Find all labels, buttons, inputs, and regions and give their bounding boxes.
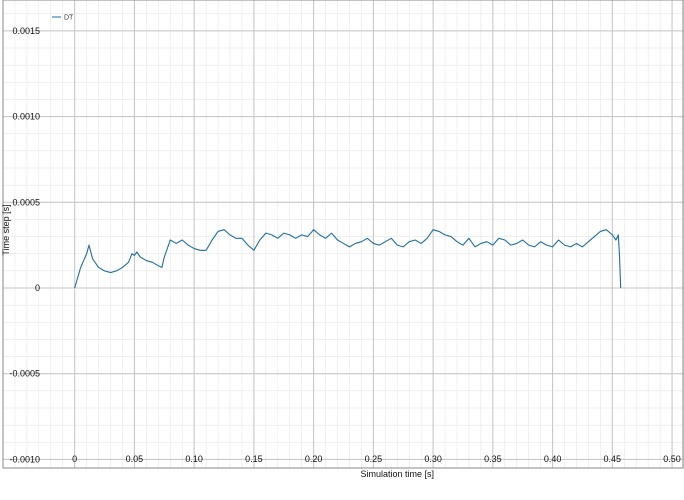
x-tick-label: 0.40 <box>544 454 562 464</box>
y-tick-label: 0 <box>35 283 40 293</box>
y-tick-label: 0.0010 <box>12 112 40 122</box>
y-tick-label: -0.0010 <box>9 454 40 464</box>
x-tick-label: 0.20 <box>305 454 323 464</box>
x-tick-label: 0.05 <box>126 454 144 464</box>
x-tick-label: 0 <box>72 454 77 464</box>
x-axis-label: Simulation time [s] <box>360 469 434 479</box>
legend-label-dt: DT <box>64 15 74 22</box>
x-tick-label: 0.35 <box>484 454 502 464</box>
dt-line-chart: 0 0.05 0.10 0.15 0.20 0.25 0.30 0.35 0.40 0.45 0.5… <box>0 0 684 500</box>
x-tick-label: 0.15 <box>245 454 263 464</box>
x-tick-label: 0.10 <box>185 454 203 464</box>
x-tick-label: 0.25 <box>365 454 383 464</box>
y-tick-label: 0.0005 <box>12 197 40 207</box>
y-axis-label: Time step [s] <box>1 204 11 255</box>
x-tick-label: 0.45 <box>604 454 622 464</box>
y-tick-label: -0.0005 <box>9 369 40 379</box>
x-tick-label: 0.30 <box>424 454 442 464</box>
x-tick-label: 0.50 <box>663 454 681 464</box>
y-tick-label: 0.0015 <box>12 26 40 36</box>
